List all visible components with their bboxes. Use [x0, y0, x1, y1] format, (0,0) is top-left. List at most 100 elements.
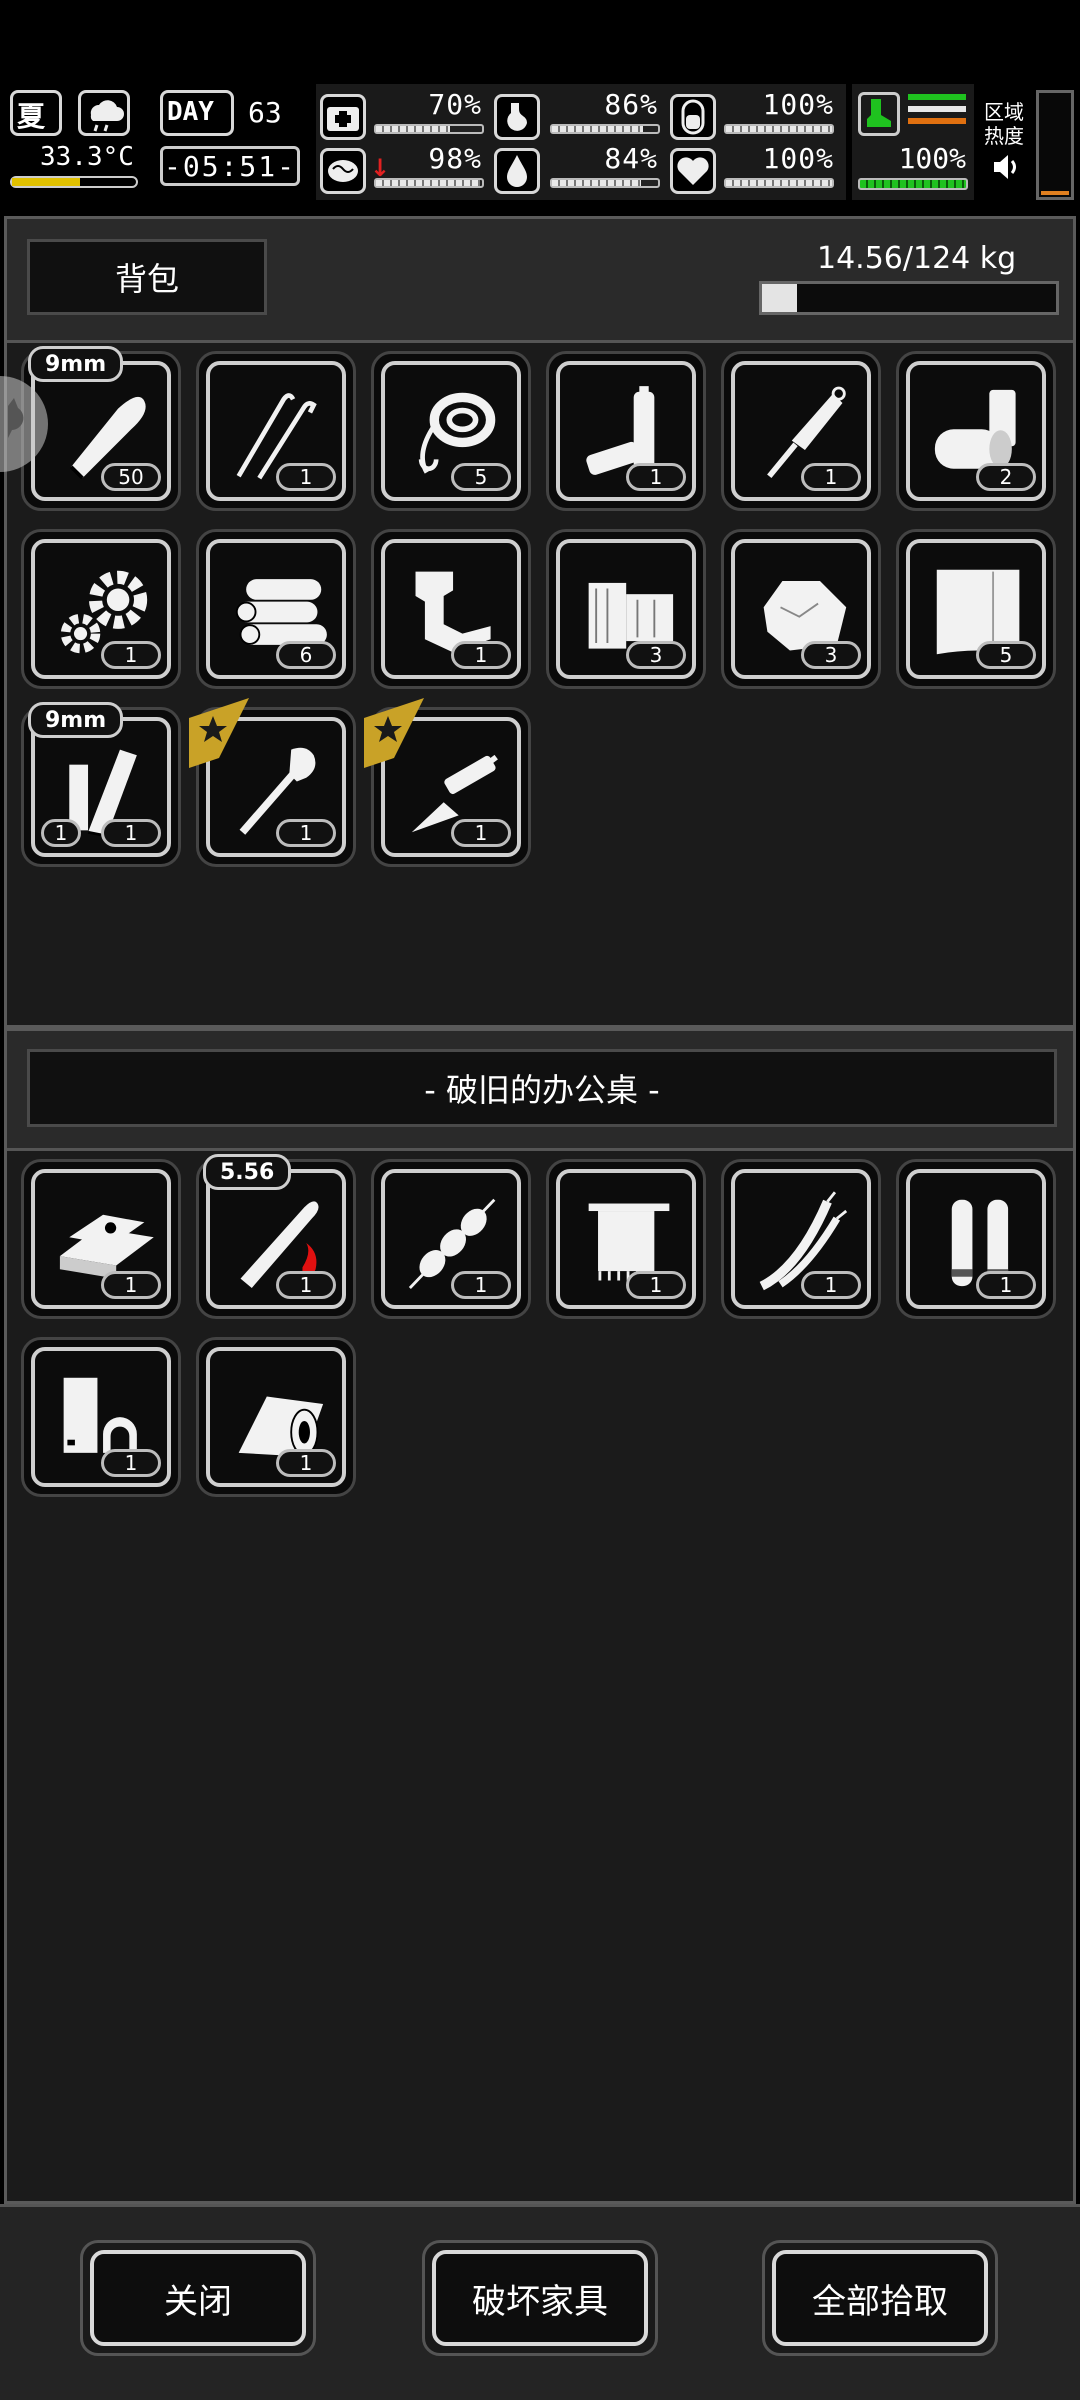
item-slot[interactable]: 1 [371, 1159, 531, 1319]
ammo-caliber-tag: 9mm [28, 702, 124, 738]
item-count: 1 [451, 641, 511, 669]
heart-bar [724, 178, 834, 188]
sound-icon[interactable] [990, 150, 1024, 184]
item-slot-frame: 5 [906, 539, 1046, 679]
item-count: 1 [451, 1271, 511, 1299]
item-slot[interactable]: 1 [196, 351, 356, 511]
item-count: 1 [101, 641, 161, 669]
item-slot-frame: 1 [556, 1169, 696, 1309]
clock-display: -05:51- [160, 146, 300, 186]
item-slot-frame: 1 [31, 1347, 171, 1487]
stamina-fill [726, 126, 832, 132]
health-bar [374, 124, 484, 134]
season-label: 夏 [17, 100, 46, 133]
temperature-gauge [10, 176, 138, 188]
day-label: DAY [167, 97, 214, 127]
backpack-title-box: 背包 [27, 239, 267, 315]
cat-icon [8, 398, 24, 438]
leg-value: 100% [898, 142, 966, 175]
stomach-icon [494, 94, 540, 140]
brain-value: 98% [428, 142, 482, 175]
item-slot-frame: 3 [556, 539, 696, 679]
item-slot-frame: 3 [731, 539, 871, 679]
medkit-icon [320, 94, 366, 140]
stomach-value: 86% [604, 88, 658, 121]
item-slot-frame: 11 [31, 717, 171, 857]
item-slot[interactable]: 1 [721, 351, 881, 511]
item-count: 3 [626, 641, 686, 669]
brain-fill [376, 180, 480, 186]
item-count: 1 [626, 1271, 686, 1299]
weight-bar-fill [762, 284, 797, 312]
water-fill [552, 180, 642, 186]
item-slot[interactable]: 1 5.56 [196, 1154, 356, 1319]
day-number: 63 [248, 96, 282, 129]
destroy-furniture-button[interactable]: 破坏家具 [432, 2250, 648, 2346]
day-box: DAY [160, 90, 234, 136]
item-count: 1 [276, 819, 336, 847]
leg-icon [858, 92, 900, 136]
item-slot[interactable]: 2 [896, 351, 1056, 511]
stomach-bar [550, 124, 660, 134]
item-slot[interactable]: 1 [896, 1159, 1056, 1319]
item-slot[interactable]: 5 [896, 529, 1056, 689]
item-slot-frame: 1 [206, 361, 346, 501]
item-slot[interactable]: 1 [21, 1337, 181, 1497]
item-slot-frame: 1 [31, 539, 171, 679]
item-slot[interactable]: 1 1 9mm [21, 702, 181, 867]
item-slot-frame: 5 [381, 361, 521, 501]
health-value: 70% [428, 88, 482, 121]
container-title-box: - 破旧的办公桌 - [27, 1049, 1057, 1127]
take-all-button-frame: 全部拾取 [762, 2240, 998, 2356]
item-slot[interactable]: 3 [721, 529, 881, 689]
health-fill [376, 126, 451, 132]
item-slot-frame: 1 [731, 361, 871, 501]
item-slot[interactable]: 1 [546, 351, 706, 511]
item-count: 1 [801, 1271, 861, 1299]
water-bar [550, 178, 660, 188]
close-button[interactable]: 关闭 [90, 2250, 306, 2346]
item-slot[interactable]: 1 [21, 529, 181, 689]
backpack-panel: 背包 14.56/124 kg 50 9mm 1 5 1 1 2 1 6 1 3 3 5 1 1 9mm 1 1 [4, 216, 1076, 1028]
item-slot[interactable]: 3 [546, 529, 706, 689]
item-slot-frame: 1 [381, 539, 521, 679]
item-slot[interactable]: 1 [196, 1337, 356, 1497]
weight-readout: 14.56/124 kg [817, 241, 1017, 276]
weather-icon [78, 90, 130, 136]
item-slot[interactable]: 1 [21, 1159, 181, 1319]
item-count: 1 [101, 1449, 161, 1477]
item-count: 5 [976, 641, 1036, 669]
item-slot-frame: 1 [206, 1169, 346, 1309]
take-all-button[interactable]: 全部拾取 [772, 2250, 988, 2346]
item-count: 1 [976, 1271, 1036, 1299]
item-slot[interactable]: 5 [371, 351, 531, 511]
close-button-frame: 关闭 [80, 2240, 316, 2356]
item-slot[interactable]: 1 [371, 529, 531, 689]
star-badge-icon [364, 698, 424, 768]
item-slot[interactable]: 1 [546, 1159, 706, 1319]
container-panel: - 破旧的办公桌 - 1 1 5.56 1 1 1 1 1 1 [4, 1028, 1076, 2204]
ammo-caliber-tag: 9mm [28, 346, 124, 382]
brain-bar [374, 178, 484, 188]
item-slot-frame: 2 [906, 361, 1046, 501]
temperature-readout: 33.3°C [40, 142, 134, 172]
zone-heat-label: 区域 热度 [984, 100, 1024, 148]
ammo-caliber-tag: 5.56 [203, 1154, 292, 1190]
item-count: 1 [101, 819, 161, 847]
zone-heat-meter [1036, 90, 1074, 200]
backpack-grid: 50 9mm 1 5 1 1 2 1 6 1 3 3 5 1 1 9mm 1 1 [7, 343, 1073, 1023]
item-slot-frame: 1 [906, 1169, 1046, 1309]
item-slot[interactable]: 6 [196, 529, 356, 689]
stomach-fill [552, 126, 644, 132]
water-drop-icon [494, 148, 540, 194]
item-count: 5 [451, 463, 511, 491]
heart-icon [670, 148, 716, 194]
item-slot[interactable]: 1 [189, 698, 356, 867]
clock-text: -05:51- [163, 149, 296, 183]
item-slot[interactable]: 1 [721, 1159, 881, 1319]
container-title: - 破旧的办公桌 - [424, 1071, 660, 1109]
side-handle-button[interactable] [0, 376, 48, 472]
item-count: 1 [626, 463, 686, 491]
item-slot[interactable]: 1 [364, 698, 531, 867]
weight-bar [759, 281, 1059, 315]
